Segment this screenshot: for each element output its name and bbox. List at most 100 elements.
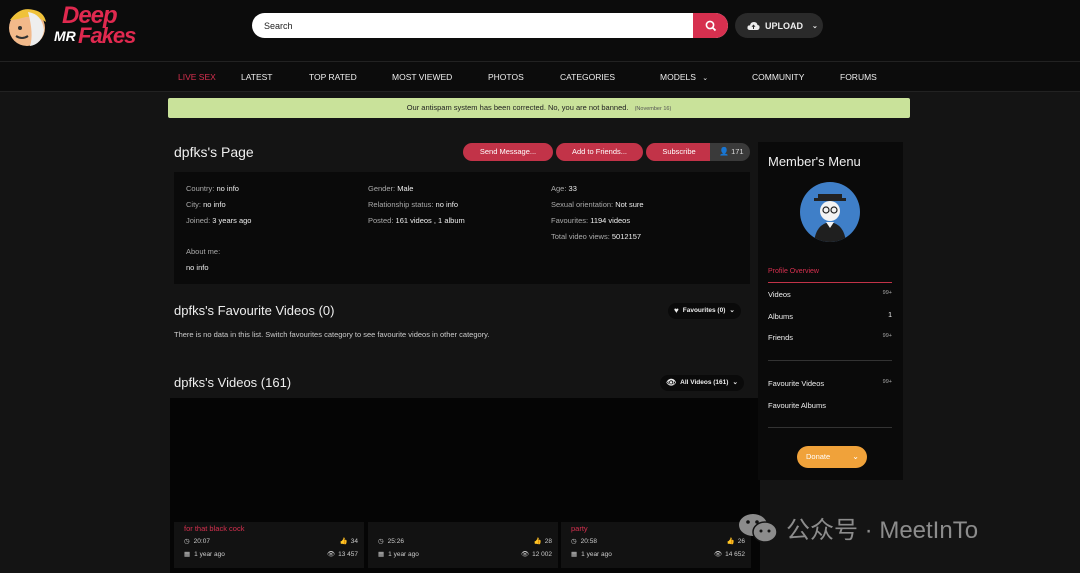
- videos-select-label: All Videos (161): [680, 379, 729, 386]
- video-likes: 👍 28: [534, 537, 552, 546]
- videos-select[interactable]: 👁 All Videos (161) ⌄: [660, 375, 744, 391]
- top-bar: Deep MR Fakes UPLOAD ⌄: [0, 0, 1080, 62]
- watermark: 公众号 · MeetInTo: [738, 510, 978, 545]
- chevron-down-icon: ⌄: [732, 379, 738, 386]
- nav-forums[interactable]: FORUMS: [840, 72, 877, 82]
- info-total-views-label: Total video views:: [551, 232, 610, 241]
- page-title: dpfks's Page: [174, 144, 254, 160]
- subscriber-count: 👤 171: [710, 143, 750, 161]
- video-card[interactable]: ◷ 25:26 👍 28 ▦ 1 year ago 👁 12 002: [368, 522, 558, 568]
- donate-label: Donate: [806, 452, 831, 461]
- video-views: 👁 12 002: [520, 550, 552, 559]
- search-bar: [252, 13, 728, 38]
- logo-mr-text: MR: [54, 28, 76, 44]
- info-favourites-value: 1194 videos: [590, 216, 631, 225]
- eye-icon: 👁: [326, 551, 336, 558]
- info-country: Country: no info: [186, 184, 239, 193]
- chevron-down-icon: ⌄: [702, 75, 709, 82]
- nav-live-sex[interactable]: LIVE SEX: [178, 72, 216, 82]
- video-title[interactable]: party: [571, 524, 588, 533]
- video-duration: ◷ 25:26: [378, 537, 404, 546]
- main-nav: LIVE SEX LATEST TOP RATED MOST VIEWED PH…: [0, 62, 1080, 92]
- logo-face-icon: [9, 9, 46, 46]
- video-views: 👁 14 652: [714, 550, 745, 559]
- info-city-label: City:: [186, 200, 201, 209]
- send-message-button[interactable]: Send Message...: [463, 143, 553, 161]
- members-menu: Member's Menu Profile Overview Videos 99+…: [758, 142, 903, 480]
- info-gender-value: Male: [397, 184, 414, 193]
- nav-models-label: MODELS: [660, 72, 696, 82]
- clock-icon: ◷: [184, 538, 190, 545]
- info-joined: Joined: 3 years ago: [186, 216, 251, 225]
- video-duration-value: 25:26: [387, 537, 404, 545]
- info-city-value: no info: [203, 200, 226, 209]
- info-country-label: Country:: [186, 184, 215, 193]
- add-friends-button[interactable]: Add to Friends...: [556, 143, 643, 161]
- menu-item-albums[interactable]: Albums 1: [768, 312, 892, 321]
- chevron-down-icon: ⌄: [852, 452, 859, 461]
- upload-button[interactable]: UPLOAD ⌄: [735, 13, 823, 38]
- menu-item-videos[interactable]: Videos 99+: [768, 290, 892, 299]
- menu-item-albums-label: Albums: [768, 312, 794, 321]
- video-title[interactable]: for that black cock: [184, 524, 244, 533]
- subscribe-button[interactable]: Subscribe: [646, 143, 712, 161]
- video-duration: ◷ 20:07: [184, 537, 210, 546]
- menu-item-albums-count: 1: [888, 312, 892, 319]
- info-joined-label: Joined:: [186, 216, 211, 225]
- info-posted-value[interactable]: 161 videos , 1 album: [396, 216, 465, 225]
- menu-item-videos-label: Videos: [768, 290, 791, 299]
- donate-button[interactable]: Donate ⌄: [797, 446, 867, 468]
- info-gender: Gender: Male: [368, 184, 413, 193]
- video-age: ▦ 1 year ago: [571, 550, 612, 559]
- video-age: ▦ 1 year ago: [184, 550, 225, 559]
- video-age-value: 1 year ago: [581, 550, 612, 558]
- search-button[interactable]: [693, 13, 728, 38]
- nav-most-viewed[interactable]: MOST VIEWED: [392, 72, 452, 82]
- video-views-value: 14 652: [725, 550, 745, 558]
- info-joined-value: 3 years ago: [212, 216, 252, 225]
- menu-item-friends[interactable]: Friends 99+: [768, 333, 892, 342]
- site-logo[interactable]: Deep MR Fakes: [4, 2, 144, 54]
- video-card[interactable]: party ◷ 20:58 👍 26 ▦ 1 year ago 👁 14 652: [561, 522, 751, 568]
- clock-icon: ◷: [571, 538, 577, 545]
- logo-fakes-text: Fakes: [78, 23, 136, 48]
- menu-item-favourite-albums[interactable]: Favourite Albums: [768, 401, 892, 410]
- video-views-value: 12 002: [532, 550, 552, 558]
- info-total-views: Total video views: 5012157: [551, 232, 641, 241]
- profile-overview-link[interactable]: Profile Overview: [768, 268, 819, 275]
- video-views: 👁 13 457: [326, 550, 358, 559]
- nav-models[interactable]: MODELS ⌄: [660, 72, 708, 82]
- info-city: City: no info: [186, 200, 226, 209]
- video-age: ▦ 1 year ago: [378, 550, 419, 559]
- divider: [768, 360, 892, 361]
- nav-community[interactable]: COMMUNITY: [752, 72, 804, 82]
- heart-icon: ♥: [674, 306, 679, 315]
- favourites-select-label: Favourites (0): [682, 307, 726, 314]
- menu-item-favourite-videos-count: 99+: [882, 379, 892, 385]
- thumbs-up-icon: 👍: [726, 538, 735, 545]
- nav-categories[interactable]: CATEGORIES: [560, 72, 615, 82]
- nav-top-rated[interactable]: TOP RATED: [309, 72, 357, 82]
- chevron-down-icon: ⌄: [812, 22, 818, 30]
- eye-icon: 👁: [520, 551, 530, 558]
- calendar-icon: ▦: [184, 551, 191, 558]
- nav-latest[interactable]: LATEST: [241, 72, 273, 82]
- info-about-value: no info: [186, 263, 209, 272]
- cloud-upload-icon: [747, 21, 760, 30]
- favourites-select[interactable]: ♥ Favourites (0) ⌄: [668, 303, 741, 319]
- search-input[interactable]: [264, 17, 664, 34]
- menu-item-friends-count: 99+: [882, 333, 892, 339]
- divider: [768, 427, 892, 428]
- nav-photos[interactable]: PHOTOS: [488, 72, 524, 82]
- info-posted-label: Posted:: [368, 216, 394, 225]
- video-card[interactable]: for that black cock ◷ 20:07 👍 34 ▦ 1 year a…: [174, 522, 364, 568]
- search-icon: [705, 20, 716, 31]
- user-avatar-icon: [814, 194, 846, 242]
- upload-label: UPLOAD: [765, 20, 803, 31]
- notice-date: (November 16): [634, 106, 672, 112]
- menu-item-favourite-videos[interactable]: Favourite Videos 99+: [768, 379, 892, 388]
- avatar[interactable]: [800, 182, 860, 242]
- info-age-label: Age:: [551, 184, 567, 193]
- divider: [768, 282, 892, 283]
- menu-item-videos-count: 99+: [882, 290, 892, 296]
